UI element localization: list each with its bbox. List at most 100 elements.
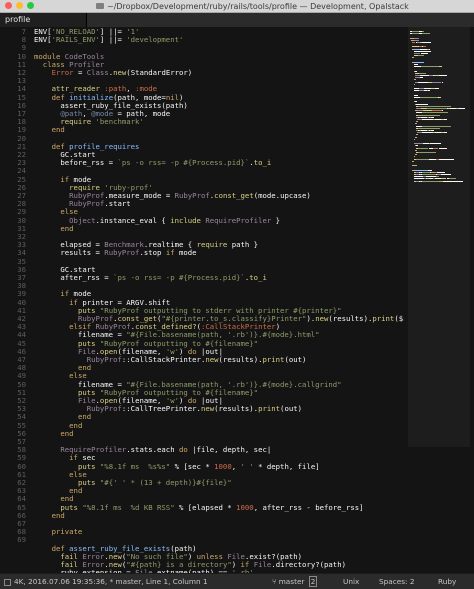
minimap-stroke [412,31,419,32]
code-token: after_rss = [34,273,114,282]
code-line[interactable]: end [34,510,65,520]
minimap-stroke [449,178,457,180]
minimap-stroke [413,50,431,52]
minimap-stroke [412,165,417,167]
minimap[interactable] [408,27,470,573]
code-area[interactable]: ENV['NO_RELOAD'] ||= '1' ENV['RAILS_ENV']… [34,27,404,573]
minimap-stroke [441,178,446,180]
minimap-stroke [419,77,424,79]
minimap-stroke [440,174,451,175]
minimap-stroke [416,103,428,105]
minimap-stroke [413,94,419,96]
minimap-stroke [416,134,418,136]
minimap-stroke [414,101,418,103]
minimap-stroke [418,114,440,116]
code-token: (out) [280,404,303,414]
code-line[interactable]: before_rss = `ps -o rss= -p #{Process.pi… [34,159,271,167]
code-token: results = [34,248,105,258]
title-bar[interactable]: ~/Dropbox/Development/ruby/rails/tools/p… [0,0,474,13]
minimap-stroke [422,112,449,114]
code-token: new [113,68,127,77]
code-line[interactable]: end [34,429,73,438]
minimap-stroke [459,108,465,109]
code-token: (mode.upcase) [253,191,311,200]
line-number: 69 [17,535,26,545]
code-line[interactable]: puts "%8.1f ms %d KB RSS" % [elapsed * 1… [34,502,364,512]
tab-bar: profile [0,13,474,27]
code-token: 'RAILS_ENV' [51,35,100,45]
status-bar: 4K, 2016.07.06 19:35:36, * master, Line … [0,573,474,589]
minimap-stroke [417,55,425,57]
indentation-selector[interactable]: Spaces: 2 [379,577,414,586]
code-token: ] ||= [99,35,127,45]
minimap-stroke [419,75,429,76]
minimap-stroke [438,97,442,98]
code-token: ' ' [240,461,254,471]
minimap-stroke [422,174,437,175]
window-title: ~/Dropbox/Development/ruby/rails/tools/p… [107,1,409,11]
code-token: .directory?(path) [271,560,346,569]
code-line[interactable]: ENV['RAILS_ENV'] ||= 'development' [34,36,183,44]
code-token: RubyProf [86,404,122,414]
code-line[interactable]: end [34,126,65,134]
code-token: 'benchmark' [95,117,144,127]
minimap-stroke [412,46,419,48]
minimap-stroke [420,53,428,54]
folder-icon [96,3,104,9]
zoom-window-button[interactable] [27,2,34,9]
code-token: (StandardError) [126,68,193,77]
minimap-stroke [439,66,442,68]
minimap-stroke [422,42,431,43]
code-token: if [165,248,179,258]
code-token: require [196,240,232,250]
code-token: ::CallTreePrinter. [121,404,201,414]
code-line[interactable]: private [34,528,83,536]
syntax-selector[interactable]: Ruby [438,577,456,586]
minimap-stroke [444,119,448,120]
code-token: new [200,404,215,414]
code-token: mode [179,248,197,258]
code-token: (results). [218,355,263,364]
minimap-stroke [430,143,442,145]
minimap-stroke [418,105,452,107]
code-token: File [253,560,272,569]
minimap-stroke [413,79,416,81]
panel-toggle-icon[interactable] [4,579,11,586]
code-token: ($stdout) [394,314,404,323]
code-token: .stats.each [126,445,179,455]
code-line[interactable]: after_rss = `ps -o rss= -p #{Process.pid… [34,273,267,282]
code-token: 1000 [214,461,232,471]
code-editor[interactable]: 7 8 9 10 11 12 13 14 15 16 17 18 19 20 21 22 23 24 25 26 27 2… [0,27,474,573]
code-line[interactable]: Error = Class.new(StandardError) [34,68,193,77]
git-branch-icon: ⑂ [272,577,279,586]
minimap-stroke [435,88,439,90]
minimap-stroke [413,97,421,98]
minimap-stroke [412,57,415,59]
code-line[interactable]: results = RubyProf.stop if mode [34,248,197,258]
code-token: (out) [284,355,307,364]
code-line[interactable]: end [34,224,73,233]
minimap-stroke [413,37,419,39]
minimap-stroke [414,169,428,171]
code-token: end [51,125,65,135]
minimap-stroke [414,136,417,138]
code-token: * depth, file] [253,461,320,471]
minimap-stroke [418,81,428,83]
code-token: print [372,314,395,323]
code-token: , after_rss - before_rss] [253,502,364,512]
minimap-stroke [422,33,430,35]
code-token: end [51,510,65,520]
git-branch-indicator[interactable]: ⑂ master 2 [272,576,318,587]
status-position: 4K, 2016.07.06 19:35:36, * master, Line … [14,577,208,586]
minimap-stroke [414,149,418,151]
code-token: % [sec * [170,461,215,471]
minimize-window-button[interactable] [16,2,23,9]
tab-profile[interactable]: profile [0,13,87,27]
line-endings-selector[interactable]: Unix [343,577,359,586]
code-token: .instance_eval { [95,215,171,225]
minimap-stroke [439,75,448,76]
close-window-button[interactable] [5,2,12,9]
